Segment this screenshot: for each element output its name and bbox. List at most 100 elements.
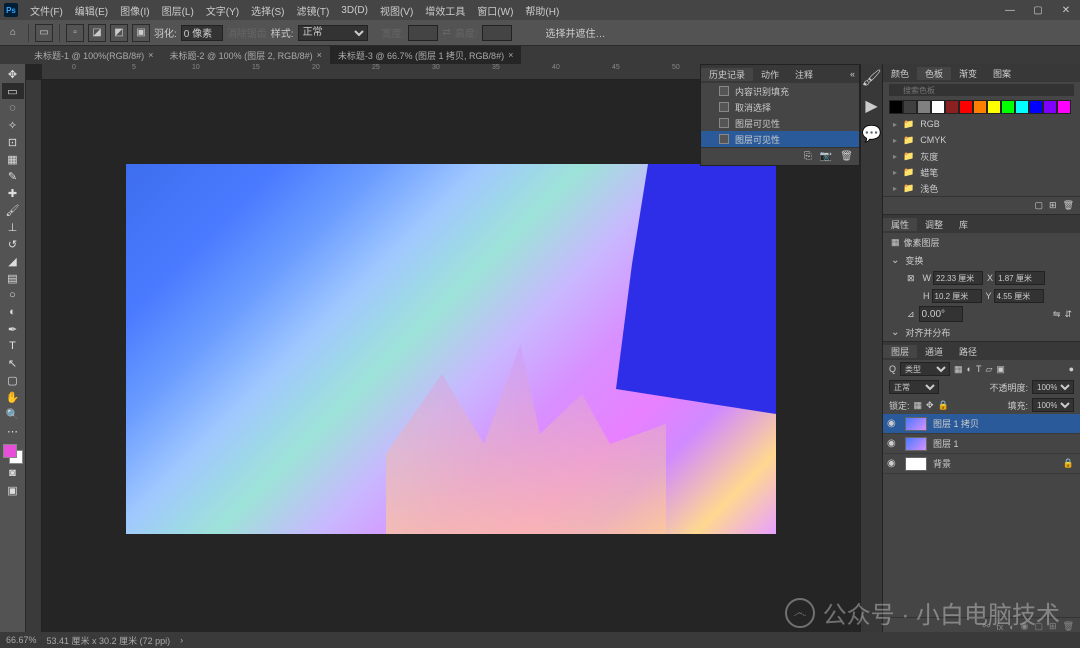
layer-thumbnail[interactable] <box>905 437 927 451</box>
opacity-select[interactable]: 100% <box>1032 380 1074 394</box>
comment-icon[interactable]: 💬 <box>862 124 882 144</box>
flip-v-icon[interactable]: ⇵ <box>1064 309 1072 320</box>
camera-icon[interactable]: 📷 <box>820 151 832 162</box>
swatch-color[interactable] <box>889 100 903 114</box>
history-item[interactable]: 图层可见性 <box>701 131 859 147</box>
new-layer-icon[interactable]: ⊞ <box>1049 621 1057 632</box>
menu-layer[interactable]: 图层(L) <box>156 3 200 18</box>
menu-image[interactable]: 图像(I) <box>114 3 155 18</box>
wand-tool[interactable]: ✧ <box>2 117 24 133</box>
link-layers-icon[interactable]: ⚯ <box>983 621 991 632</box>
frame-tool[interactable]: ▦ <box>2 151 24 167</box>
menu-filter[interactable]: 滤镜(T) <box>291 3 336 18</box>
swatch-color[interactable] <box>1057 100 1071 114</box>
tab-patterns[interactable]: 图案 <box>985 67 1019 80</box>
ruler-vertical[interactable] <box>26 80 42 636</box>
eraser-tool[interactable]: ◢ <box>2 253 24 269</box>
mask-icon[interactable]: ◐ <box>1009 622 1014 632</box>
layer-name[interactable]: 图层 1 拷贝 <box>933 417 979 430</box>
play-icon[interactable]: ▶ <box>865 96 877 116</box>
selection-new-icon[interactable]: ▫ <box>66 24 84 42</box>
layer-name[interactable]: 图层 1 <box>933 437 959 450</box>
trash-icon[interactable]: 🗑 <box>840 151 853 162</box>
document-tab-3[interactable]: 未标题-3 @ 66.7% (图层 1 拷贝, RGB/8#)× <box>330 46 521 64</box>
zoom-tool[interactable]: 🔍 <box>2 406 24 422</box>
lock-position-icon[interactable]: ✥ <box>926 400 934 411</box>
filter-shape-icon[interactable]: ▱ <box>985 364 992 375</box>
canvas-area[interactable]: 05101520253035404550 历史记录 动作 注释 « 内容识别填充… <box>26 64 860 636</box>
brush-settings-icon[interactable]: 🖌 <box>861 68 881 88</box>
swatch-color[interactable] <box>931 100 945 114</box>
tab-adjustments[interactable]: 调整 <box>917 218 951 231</box>
tab-comments[interactable]: 注释 <box>787 68 821 81</box>
menu-edit[interactable]: 编辑(E) <box>69 3 114 18</box>
color-swatch[interactable] <box>3 444 23 464</box>
screenmode-tool[interactable]: ▣ <box>2 482 24 498</box>
swatch-color[interactable] <box>1001 100 1015 114</box>
canvas[interactable] <box>126 164 776 534</box>
selection-add-icon[interactable]: ◪ <box>88 24 106 42</box>
close-button[interactable]: ✕ <box>1052 0 1080 20</box>
stamp-tool[interactable]: ⊥ <box>2 219 24 235</box>
dodge-tool[interactable]: ◐ <box>2 304 24 320</box>
brush-tool[interactable]: 🖌 <box>2 202 24 218</box>
select-mask-button[interactable]: 选择并遮住… <box>546 25 606 40</box>
maximize-button[interactable]: ▢ <box>1024 0 1052 20</box>
blend-mode-select[interactable]: 正常 <box>889 380 939 394</box>
tab-gradients[interactable]: 渐变 <box>951 67 985 80</box>
type-tool[interactable]: T <box>2 338 24 354</box>
fill-select[interactable]: 100% <box>1032 398 1074 412</box>
swatch-color[interactable] <box>917 100 931 114</box>
menu-type[interactable]: 文字(Y) <box>200 3 245 18</box>
swatch-folder[interactable]: 📁 RGB <box>883 116 1080 132</box>
document-tab-2[interactable]: 未标题-2 @ 100% (图层 2, RGB/8#)× <box>161 46 329 64</box>
selection-intersect-icon[interactable]: ▣ <box>132 24 150 42</box>
history-item[interactable]: 内容识别填充 <box>701 83 859 99</box>
swatch-color[interactable] <box>945 100 959 114</box>
trash-icon[interactable]: 🗑 <box>1063 621 1074 632</box>
tab-paths[interactable]: 路径 <box>951 345 985 358</box>
visibility-icon[interactable]: ◉ <box>887 458 899 469</box>
blur-tool[interactable]: ○ <box>2 287 24 303</box>
lasso-tool[interactable]: ◌ <box>2 100 24 116</box>
feather-input[interactable] <box>181 25 223 41</box>
menu-select[interactable]: 选择(S) <box>245 3 290 18</box>
tab-channels[interactable]: 通道 <box>917 345 951 358</box>
filter-type-icon[interactable]: T <box>976 364 982 374</box>
layer-name[interactable]: 背景 <box>933 457 951 470</box>
menu-window[interactable]: 窗口(W) <box>471 3 519 18</box>
flip-h-icon[interactable]: ⇋ <box>1053 309 1061 320</box>
swatch-color[interactable] <box>987 100 1001 114</box>
document-tab-1[interactable]: 未标题-1 @ 100%(RGB/8#)× <box>26 46 161 64</box>
chevron-right-icon[interactable]: › <box>180 635 183 645</box>
heal-tool[interactable]: ✚ <box>2 185 24 201</box>
trash-icon[interactable]: 🗑 <box>1063 200 1074 211</box>
y-input[interactable] <box>994 289 1044 303</box>
home-icon[interactable]: ⌂ <box>4 24 22 42</box>
x-input[interactable] <box>995 271 1045 285</box>
tab-libraries[interactable]: 库 <box>951 218 976 231</box>
swatch-color[interactable] <box>959 100 973 114</box>
marquee-tool[interactable]: ▭ <box>2 83 24 99</box>
swatch-folder[interactable]: 📁 CMYK <box>883 132 1080 148</box>
align-accordion[interactable]: 对齐并分布 <box>883 323 1080 341</box>
swatch-color[interactable] <box>1029 100 1043 114</box>
swatch-folder[interactable]: 📁 蜡笔 <box>883 164 1080 180</box>
shape-tool[interactable]: ▢ <box>2 372 24 388</box>
path-tool[interactable]: ↖ <box>2 355 24 371</box>
history-item[interactable]: 图层可见性 <box>701 115 859 131</box>
tab-history[interactable]: 历史记录 <box>701 68 753 81</box>
tab-color[interactable]: 颜色 <box>883 67 917 80</box>
history-item[interactable]: 取消选择 <box>701 99 859 115</box>
layer-row[interactable]: ◉ 图层 1 <box>883 434 1080 454</box>
layer-thumbnail[interactable] <box>905 417 927 431</box>
eyedropper-tool[interactable]: ✎ <box>2 168 24 184</box>
history-brush-tool[interactable]: ↺ <box>2 236 24 252</box>
filter-pixel-icon[interactable]: ▦ <box>954 364 963 375</box>
new-swatch-icon[interactable]: ⊞ <box>1049 200 1057 211</box>
pen-tool[interactable]: ✒ <box>2 321 24 337</box>
minimize-button[interactable]: — <box>996 0 1024 20</box>
close-icon[interactable]: × <box>508 50 513 60</box>
visibility-icon[interactable]: ◉ <box>887 438 899 449</box>
angle-input[interactable] <box>919 306 963 322</box>
